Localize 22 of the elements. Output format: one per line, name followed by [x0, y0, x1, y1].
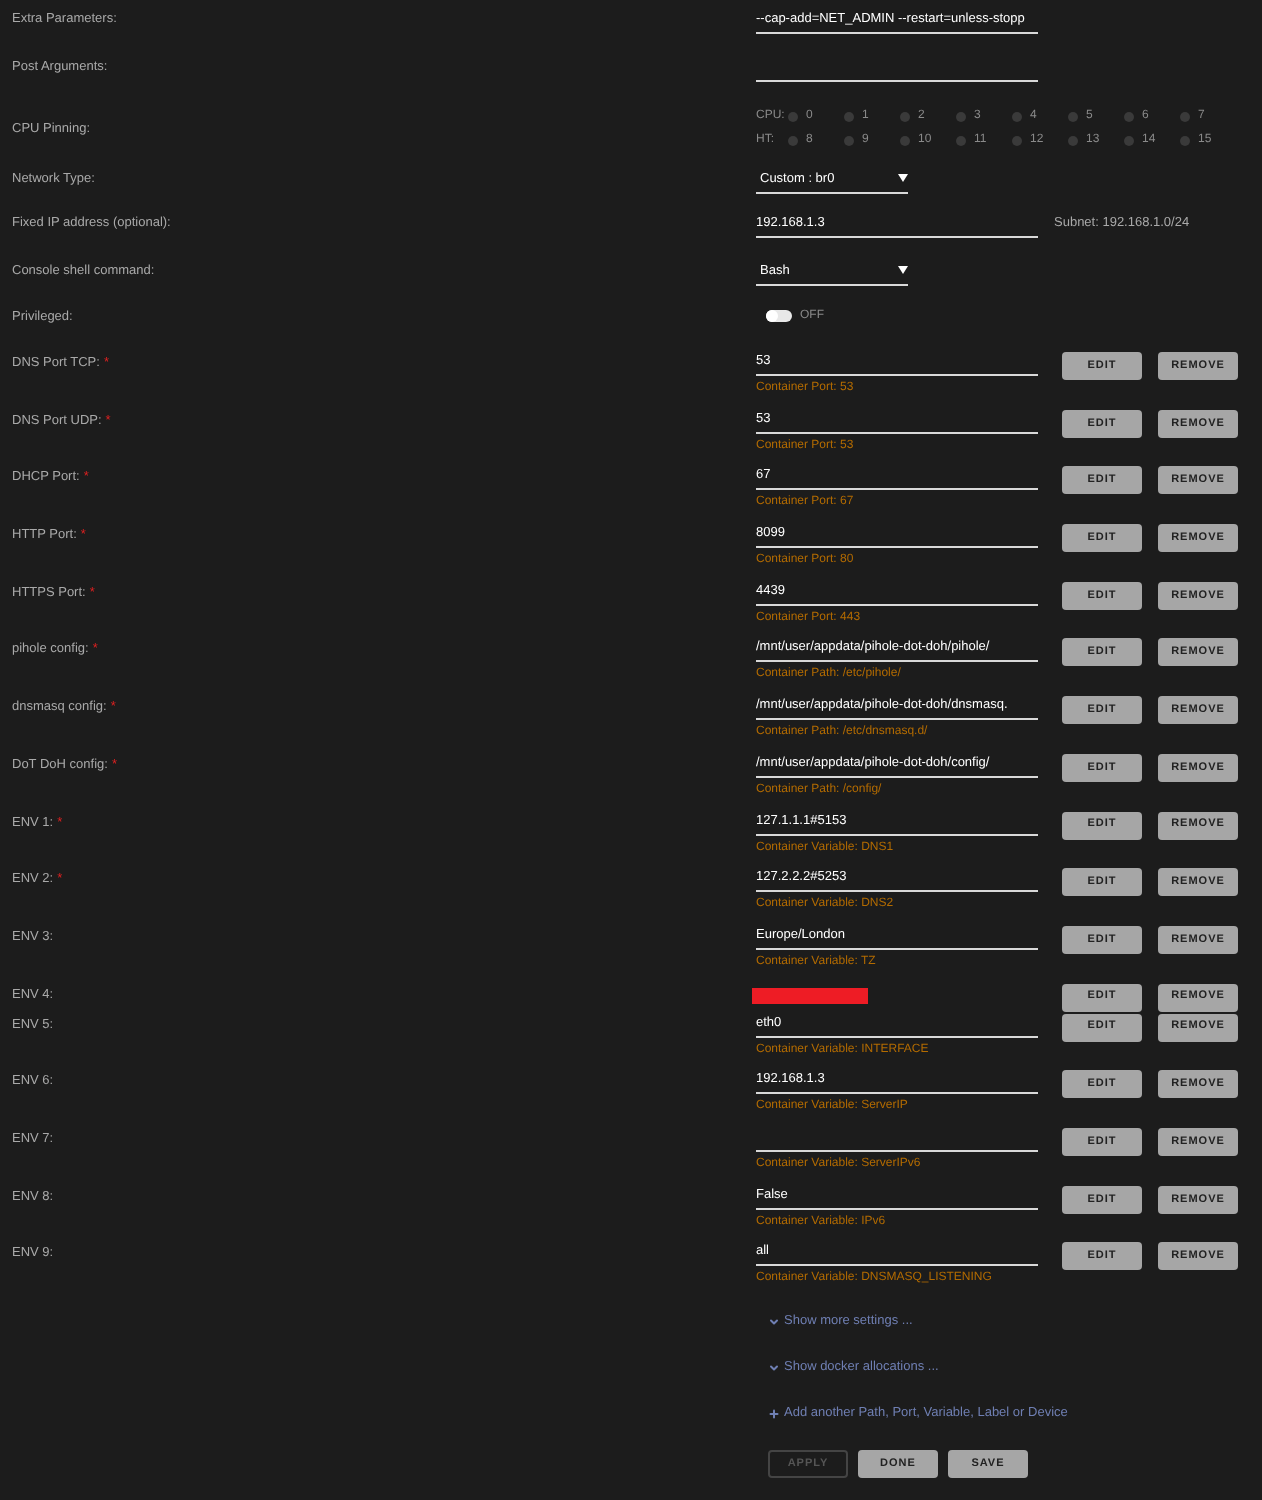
- caret-icon: [898, 174, 908, 182]
- cpu-checkbox[interactable]: [788, 111, 798, 121]
- chevron-down-icon: [768, 1361, 780, 1373]
- plus-icon: [768, 1407, 780, 1419]
- cpu-checkbox[interactable]: [1012, 135, 1022, 145]
- cpu-checkbox[interactable]: [1180, 111, 1190, 121]
- cpu-checkbox[interactable]: [788, 135, 798, 145]
- cpu-checkbox[interactable]: [900, 135, 910, 145]
- cpu-checkbox[interactable]: [956, 135, 966, 145]
- cpu-checkbox[interactable]: [1012, 111, 1022, 121]
- cpu-checkbox[interactable]: [956, 111, 966, 121]
- chevron-down-icon: [768, 1315, 780, 1327]
- cpu-checkbox[interactable]: [1068, 111, 1078, 121]
- cpu-checkbox[interactable]: [900, 111, 910, 121]
- cpu-checkbox[interactable]: [844, 135, 854, 145]
- toggle-switch[interactable]: [766, 310, 792, 322]
- cpu-checkbox[interactable]: [844, 111, 854, 121]
- cpu-checkbox[interactable]: [1068, 135, 1078, 145]
- cpu-checkbox[interactable]: [1180, 135, 1190, 145]
- cpu-checkbox[interactable]: [1124, 135, 1134, 145]
- caret-icon: [898, 266, 908, 274]
- cpu-checkbox[interactable]: [1124, 111, 1134, 121]
